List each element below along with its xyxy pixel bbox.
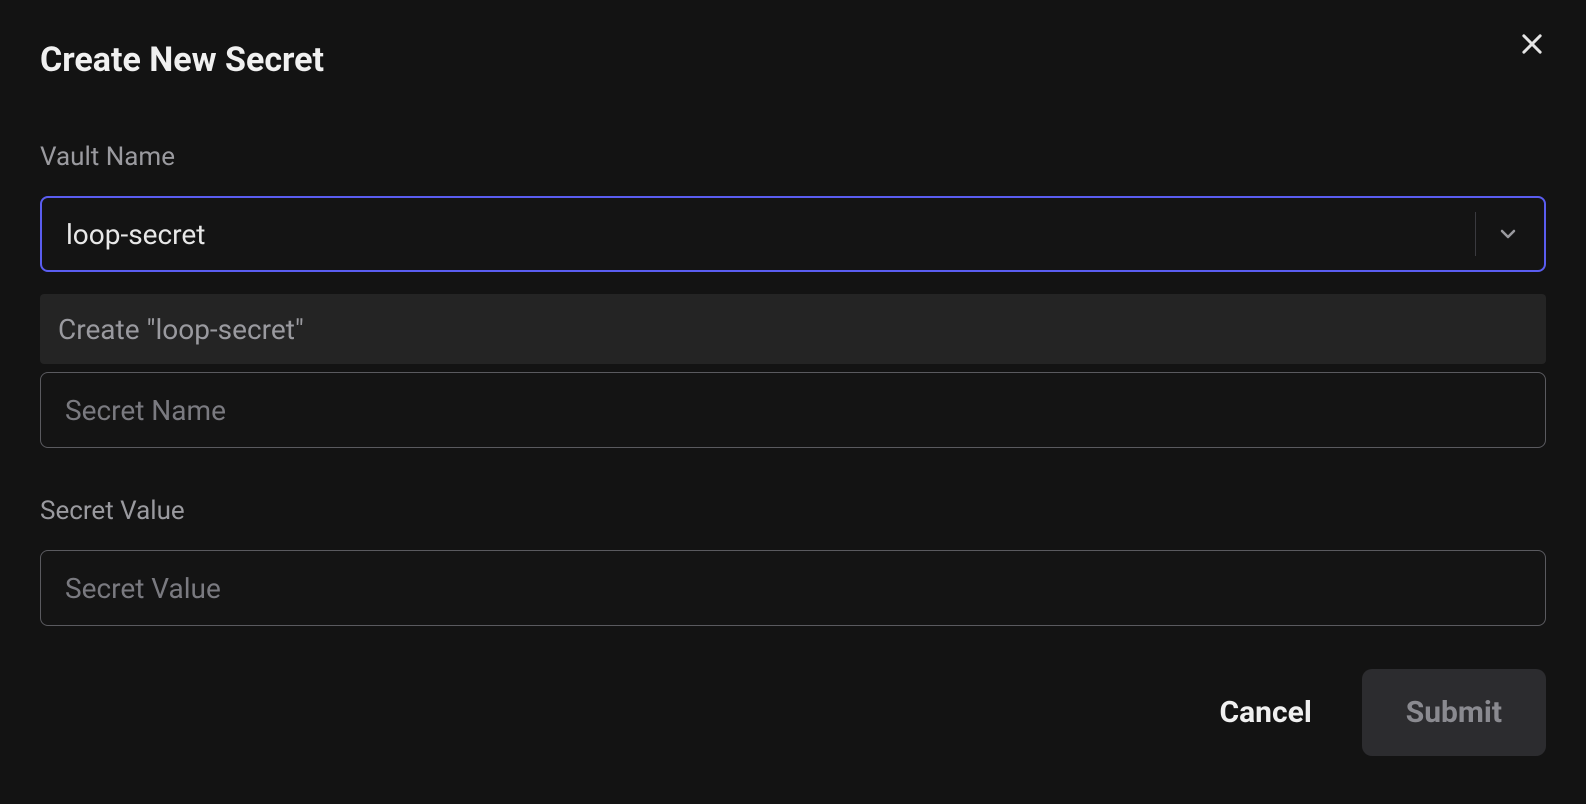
secret-value-label: Secret Value [40,496,1546,526]
cancel-button[interactable]: Cancel [1209,675,1321,750]
create-vault-option[interactable]: Create "loop-secret" [40,294,1546,364]
combobox-divider [1475,212,1476,256]
vault-name-group: Vault Name Create "loop-secret" [40,142,1546,448]
button-row: Cancel Submit [1209,669,1546,756]
secret-name-input[interactable] [40,372,1546,448]
modal-title: Create New Secret [40,40,1546,80]
vault-name-label: Vault Name [40,142,1546,172]
vault-name-combobox-wrapper: Create "loop-secret" [40,196,1546,364]
secret-name-wrapper [40,372,1546,448]
create-secret-modal: Create New Secret Vault Name Create "loo… [0,0,1586,804]
secret-value-group: Secret Value [40,496,1546,626]
close-icon[interactable] [1518,30,1546,62]
vault-name-combobox[interactable] [40,196,1546,272]
chevron-down-icon[interactable] [1496,222,1520,246]
secret-value-input[interactable] [40,550,1546,626]
vault-name-input[interactable] [66,218,1465,251]
submit-button[interactable]: Submit [1362,669,1546,756]
